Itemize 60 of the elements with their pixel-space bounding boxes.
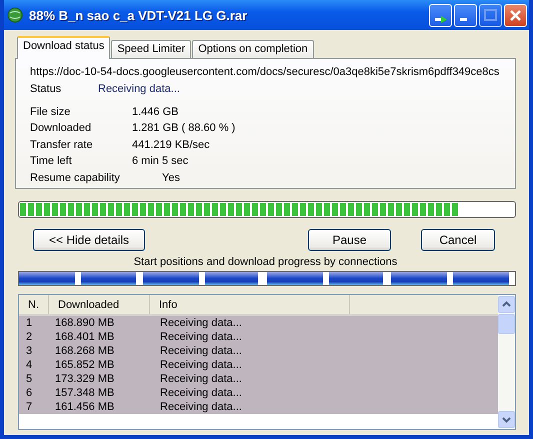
window-title: 88% B_n sao c_a VDT-V21 LG G.rar [29, 8, 248, 22]
table-cell-text: Receiving data... [159, 401, 243, 413]
column-header[interactable]: N. [19, 295, 49, 314]
detail-value: 1.281 GB ( 88.60 % ) [132, 122, 236, 134]
detail-value: Yes [162, 172, 180, 184]
detail-label: Transfer rate [30, 138, 94, 151]
tab[interactable]: Options on completion [192, 40, 314, 58]
scroll-down-icon[interactable] [498, 411, 515, 428]
table-cell-text: 173.329 MB [54, 373, 116, 385]
column-header[interactable]: Info [150, 295, 350, 314]
detail-label: File size [30, 106, 72, 118]
table-cell-text: Receiving data... [159, 345, 243, 357]
table-cell-text: 6 [25, 387, 34, 399]
close-icon[interactable] [504, 4, 527, 26]
hide-details-button[interactable]: << Hide details [33, 229, 145, 251]
table-cell-text: 157.348 MB [54, 387, 116, 399]
table-cell-text: Receiving data... [159, 387, 243, 399]
detail-label: Time left [30, 155, 73, 168]
tab[interactable]: Speed Limiter [111, 40, 192, 58]
table-cell-text: 168.890 MB [54, 317, 116, 329]
column-header[interactable]: Downloaded [49, 295, 150, 314]
table-cell-text: 7 [25, 401, 34, 413]
tab[interactable]: Download status [17, 36, 110, 59]
detail-value: 1.446 GB [132, 106, 178, 118]
connections-caption: Start positions and download progress by connections [132, 256, 398, 269]
detail-value: 441.219 KB/sec [132, 138, 210, 151]
status-value: Receiving data... [98, 83, 180, 96]
table-cell-text: 1 [25, 317, 34, 329]
scroll-thumb[interactable] [498, 314, 515, 334]
table-cell-text: 161.456 MB [54, 401, 116, 413]
detail-label: Resume capability [30, 172, 121, 184]
table-row[interactable]: 3 168.268 MB Receiving data... [19, 344, 498, 358]
maximize-icon [479, 4, 502, 26]
table-cell-text: Receiving data... [159, 331, 243, 343]
table-row[interactable]: 1 168.890 MB Receiving data... [19, 316, 498, 330]
table-cell-text: 165.852 MB [54, 359, 116, 371]
table-cell-text: Receiving data... [159, 373, 243, 385]
status-label: Status [30, 83, 62, 96]
table-cell-text: 2 [25, 331, 34, 343]
table-row[interactable]: 7 161.456 MB Receiving data... [19, 400, 498, 414]
table-cell-text: 168.268 MB [54, 345, 116, 357]
table-cell-text: 4 [25, 359, 34, 371]
table-cell-text: Receiving data... [159, 359, 243, 371]
table-row[interactable]: 4 165.852 MB Receiving data... [19, 358, 498, 372]
detail-value: 6 min 5 sec [132, 155, 188, 168]
globe-icon [7, 7, 23, 23]
table-row[interactable]: 5 173.329 MB Receiving data... [19, 372, 498, 386]
pause-button[interactable]: Pause [308, 229, 391, 251]
cancel-button[interactable]: Cancel [421, 229, 495, 251]
scrollbar[interactable] [498, 295, 515, 429]
minimize-icon[interactable] [454, 4, 477, 26]
scroll-up-icon[interactable] [498, 296, 515, 313]
table-cell-text: 3 [25, 345, 34, 357]
url-text: https://doc-10-54-docs.googleusercontent.com/docs/securesc/0a3qe8ki5e7skrism6pdff349ce8cs [30, 66, 500, 78]
table-cell-text: 168.401 MB [54, 331, 116, 343]
table-row[interactable]: 6 157.348 MB Receiving data... [19, 386, 498, 400]
table-cell-text: 5 [25, 373, 34, 385]
table-cell-text: Receiving data... [159, 317, 243, 329]
table-row[interactable]: 2 168.401 MB Receiving data... [19, 330, 498, 344]
detail-label: Downloaded [30, 122, 92, 134]
